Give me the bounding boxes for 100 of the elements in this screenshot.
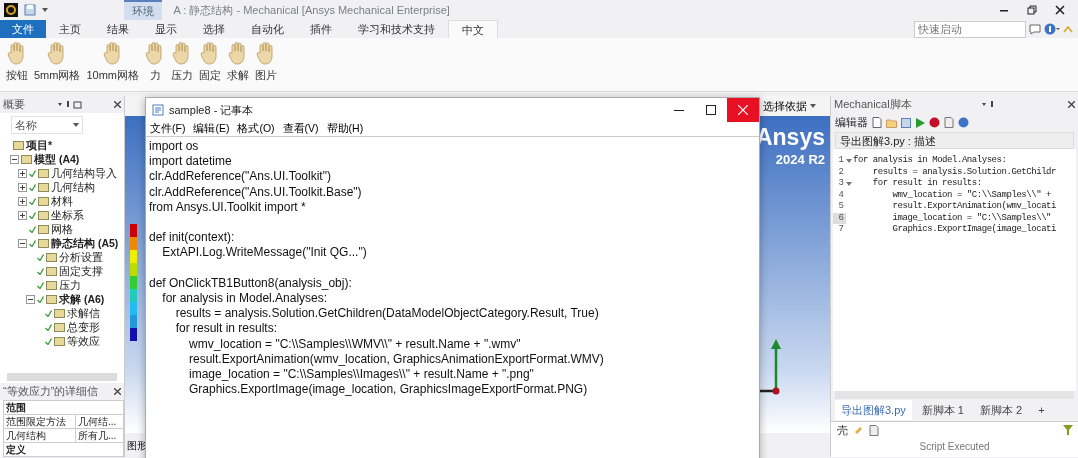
text-line: results = analysis.Solution.GetChildren(DataModelObjectCategory.Result, True) [174,306,600,322]
menu-item[interactable]: 文件(F) [150,121,186,137]
file-menu-tab[interactable]: 文件 [0,20,46,38]
code-line: Graphics.ExportImage(image_locati [891,224,1056,236]
tree-item[interactable]: 总变形 [67,320,100,334]
play-icon[interactable] [915,117,925,128]
node-icon [46,252,57,262]
notepad-icon [152,104,164,116]
collapse-icon[interactable] [26,294,35,304]
tree-item[interactable]: 坐标系 [51,208,84,222]
ribbon-button[interactable]: 求解 [225,41,251,88]
tree-item[interactable]: 求解 (A6) [59,292,105,306]
close-icon[interactable] [114,101,121,108]
tree-item[interactable]: 固定支撑 [59,264,103,278]
menu-item[interactable]: 格式(O) [237,121,275,137]
text-line: clr.AddReference("Ans.UI.Toolkit.Base") [149,184,363,200]
tree-item[interactable]: 几何结构导入 [51,166,117,180]
tree-item[interactable]: 求解信 [67,306,100,320]
ribbon-tab[interactable]: 自动化 [238,20,297,38]
tree-item[interactable]: 分析设置 [59,250,103,264]
code-line: result.ExportAnimation(wmv_locati [891,201,1056,213]
ribbon-button[interactable]: 压力 [169,41,195,88]
expand-icon[interactable] [18,182,27,192]
ribbon-button[interactable]: 力 [143,41,167,88]
filter-icon[interactable] [1062,425,1073,436]
search-field[interactable]: 快速启动 [914,20,1027,38]
window-title: sample8 - 记事本 [169,102,254,118]
ribbon-tab[interactable]: 主页 [46,20,94,38]
code-line: results = analysis.Solution.GetChildr [871,166,1056,178]
version-text: 2024 R2 [774,151,825,169]
collapse-icon[interactable] [18,238,27,248]
node-icon [54,336,65,346]
script-tab[interactable]: 导出图解3.py [835,399,912,421]
menu-item[interactable]: 查看(V) [282,121,319,137]
expand-icon[interactable] [18,210,27,220]
text-line: wmv_location = "C:\\Samples\\WMV\\" + result.Name + ".wmv" [188,336,522,352]
collapse-icon[interactable] [10,154,19,164]
tree-item[interactable]: 等效应 [67,334,100,348]
close-icon[interactable] [114,388,121,395]
script-tab[interactable]: 新脚本 2 [974,399,1029,421]
ribbon-tab[interactable]: 结果 [94,20,142,38]
pin-icon[interactable] [57,100,82,109]
tree-item[interactable]: 几何结构 [51,180,95,194]
save-icon[interactable] [24,4,36,16]
context-tab[interactable]: 环境 [124,0,162,20]
caret-icon [809,103,816,109]
app-logo-icon[interactable] [4,3,18,17]
ribbon-button[interactable]: 10mm网格 [84,41,141,88]
ribbon-button[interactable]: 按钮 [4,41,30,88]
save-icon[interactable] [901,117,911,128]
menu-item[interactable]: 编辑(E) [193,121,230,137]
close-icon [1055,5,1065,15]
code-line: for analysis in Model.Analyses: [853,155,1007,167]
expand-icon[interactable] [18,196,27,206]
fold-icon[interactable] [846,157,852,164]
record-icon[interactable] [929,117,940,128]
document-icon[interactable] [868,424,879,436]
text-line: for result in results: [174,321,279,337]
ribbon-tab[interactable]: 显示 [142,20,190,38]
restore-icon [1027,5,1037,15]
ribbon-tab[interactable]: 学习和技术支持 [345,20,448,38]
expand-icon[interactable] [18,168,27,178]
tree-item[interactable]: 静态结构 (A5) [51,236,119,250]
close-icon [738,105,748,115]
ribbon-button[interactable]: 固定 [197,41,223,88]
ribbon-tab[interactable]: 选择 [190,20,238,38]
tree-item[interactable]: 材料 [51,194,73,208]
logo-text: Ansys [755,124,825,150]
document-icon[interactable] [944,117,954,128]
script-tab[interactable]: 新脚本 1 [915,399,970,421]
code-line: for result in results: [871,178,982,190]
ribbon-tab[interactable]: 插件 [297,20,345,38]
details-group[interactable]: 范围 [3,400,124,415]
line-number: 7 [837,224,845,236]
tree-item[interactable]: 压力 [59,278,81,292]
property-cell: 范围限定方法 [3,414,76,429]
tree-item[interactable]: 项目* [26,138,53,152]
tree-item[interactable]: 网格 [51,222,73,236]
menu-item[interactable]: 帮助(H) [326,121,364,137]
ribbon-button[interactable]: 图片 [253,41,279,88]
ribbon-button[interactable]: 5mm网格 [32,41,83,88]
property-cell: 几何结构 [3,428,76,443]
shell-label: 壳 [836,423,848,438]
filter-dropdown[interactable]: 名称 [11,115,83,135]
caret-icon[interactable] [42,7,48,13]
add-tab-button[interactable]: + [1032,399,1051,421]
ribbon-tab[interactable]: 中文 [448,20,498,38]
node-icon [13,140,24,150]
line-number: 3 [837,178,845,190]
line-number: 1 [837,155,845,167]
node-icon [38,238,49,248]
chat-icon[interactable] [1029,23,1041,35]
code-line: wmv_location = "C:\\Samples\\" + [891,189,1052,201]
new-file-icon[interactable] [872,117,882,128]
property-cell: 所有几... [75,428,124,443]
fold-icon[interactable] [846,180,852,187]
text-line: import os [149,139,200,155]
tree-item[interactable]: 模型 (A4) [34,152,80,166]
selection-dropdown[interactable]: 选择依据 [763,97,816,115]
close-icon[interactable] [1068,101,1075,108]
